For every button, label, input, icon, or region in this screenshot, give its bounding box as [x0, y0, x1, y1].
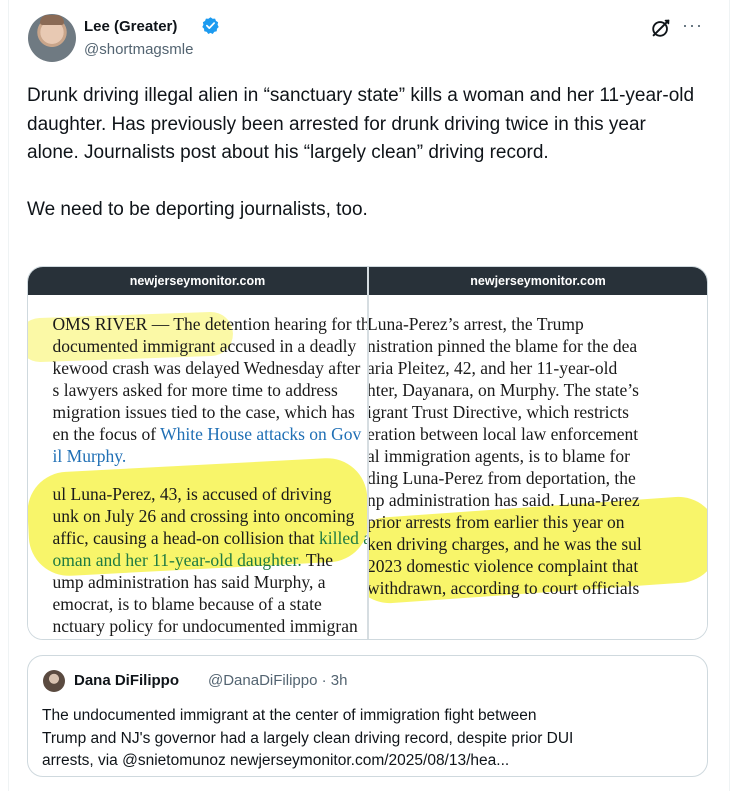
article-line: al immigration agents, is to blame for — [369, 446, 630, 466]
quoted-text-line: arrests, via @snietomunoz newjerseymonit… — [42, 752, 510, 769]
media-image-right[interactable]: newjerseymonitor.com Luna-Perez’s arrest… — [369, 267, 707, 639]
article-line: OMS RIVER — The detention hearing for th… — [52, 314, 367, 334]
article-line: ul Luna-Perez, 43, is accused of driving — [52, 484, 332, 504]
tweet-paragraph-1: Drunk driving illegal alien in “sanctuar… — [27, 85, 695, 163]
article-link: killed a — [319, 528, 367, 548]
article-line: documented immigrant accused in a deadly — [52, 336, 357, 356]
quoted-tweet-text: The undocumented immigrant at the center… — [42, 705, 692, 773]
article-text: , and he was the sul — [504, 534, 642, 554]
article-text: affic, causing a head-on collision that — [52, 528, 319, 548]
article-text: The — [301, 550, 334, 570]
article-line: nistration pinned the blame for the dea — [369, 336, 638, 356]
grok-icon[interactable] — [650, 17, 672, 39]
article-line: il Murphy. — [52, 446, 127, 466]
article-text: en the focus of — [52, 424, 161, 444]
author-name[interactable]: Lee (Greater) — [84, 18, 177, 35]
article-line: s lawyers asked for more time to address — [52, 380, 338, 400]
article-text: Luna-Perez — [554, 490, 640, 510]
site-label: newjerseymonitor.com — [28, 267, 367, 295]
more-options-icon[interactable]: ··· — [682, 15, 703, 36]
article-link: oman and her 11-year-old daughter. — [52, 550, 302, 570]
article-line: 2023 domestic violence complaint that — [369, 556, 639, 576]
article-line: affic, causing a head-on collision that … — [53, 527, 367, 549]
article-line: emocrat, is to blame because of a state — [52, 594, 322, 614]
article-line: eration between local law enforcement — [369, 424, 639, 444]
quoted-author-name[interactable]: Dana DiFilippo — [74, 672, 179, 689]
quoted-author-handle-time[interactable]: @DanaDiFilippo · 3h — [208, 672, 347, 689]
article-line: kewood crash was delayed Wednesday after — [52, 358, 361, 378]
quoted-tweet[interactable]: Dana DiFilippo @DanaDiFilippo · 3h The u… — [27, 655, 708, 777]
article-line: migration issues tied to the case, which… — [52, 402, 355, 422]
tweet-paragraph-2: We need to be deporting journalists, too… — [27, 198, 368, 220]
article-line: en the focus of White House attacks on G… — [53, 423, 367, 445]
article-line: Luna-Perez’s arrest, the Trump — [369, 314, 584, 334]
article-line: hter, Dayanara, on Murphy. The state’s — [369, 380, 639, 400]
article-line: aria Pleitez, 42, and her 11-year-old — [369, 358, 618, 378]
quoted-author-avatar[interactable] — [43, 670, 65, 692]
author-handle[interactable]: @shortmagsmle — [84, 41, 193, 58]
article-text: np administration has said. — [369, 490, 555, 510]
article-line: unk on July 26 and crossing into oncomin… — [52, 506, 355, 526]
article-text-right: Luna-Perez’s arrest, the Trump nistratio… — [369, 313, 642, 599]
verified-badge-icon — [202, 17, 219, 34]
quoted-text-line: Trump and NJ's governor had a largely cl… — [42, 729, 574, 747]
article-line: prior arrests from earlier this year on — [369, 512, 625, 532]
quoted-text-line: The undocumented immigrant at the center… — [42, 707, 537, 724]
article-text-left: OMS RIVER — The detention hearing for th… — [53, 313, 367, 637]
article-line: ken driving charges, and he was the sul — [369, 533, 642, 555]
article-line: ding Luna-Perez from deportation, the — [369, 468, 636, 488]
author-avatar-hair — [40, 15, 64, 25]
article-line: np administration has said. Luna-Perez — [369, 489, 642, 511]
article-line: nctuary policy for undocumented immigran — [52, 616, 358, 636]
article-line: ump administration has said Murphy, a — [52, 572, 326, 592]
article-link: White House attacks on Gov — [160, 424, 362, 444]
article-line: igrant Trust Directive, which restricts — [369, 402, 629, 422]
article-line: oman and her 11-year-old daughter. The — [53, 549, 367, 571]
article-line: withdrawn, according to court officials — [369, 578, 640, 598]
media-image-left[interactable]: newjerseymonitor.com OMS RIVER — The det… — [28, 267, 367, 639]
site-label: newjerseymonitor.com — [369, 267, 707, 295]
tweet-text: Drunk driving illegal alien in “sanctuar… — [27, 82, 697, 224]
article-text: ken driving charges — [369, 534, 505, 554]
tweet-media[interactable]: newjerseymonitor.com OMS RIVER — The det… — [27, 266, 708, 640]
